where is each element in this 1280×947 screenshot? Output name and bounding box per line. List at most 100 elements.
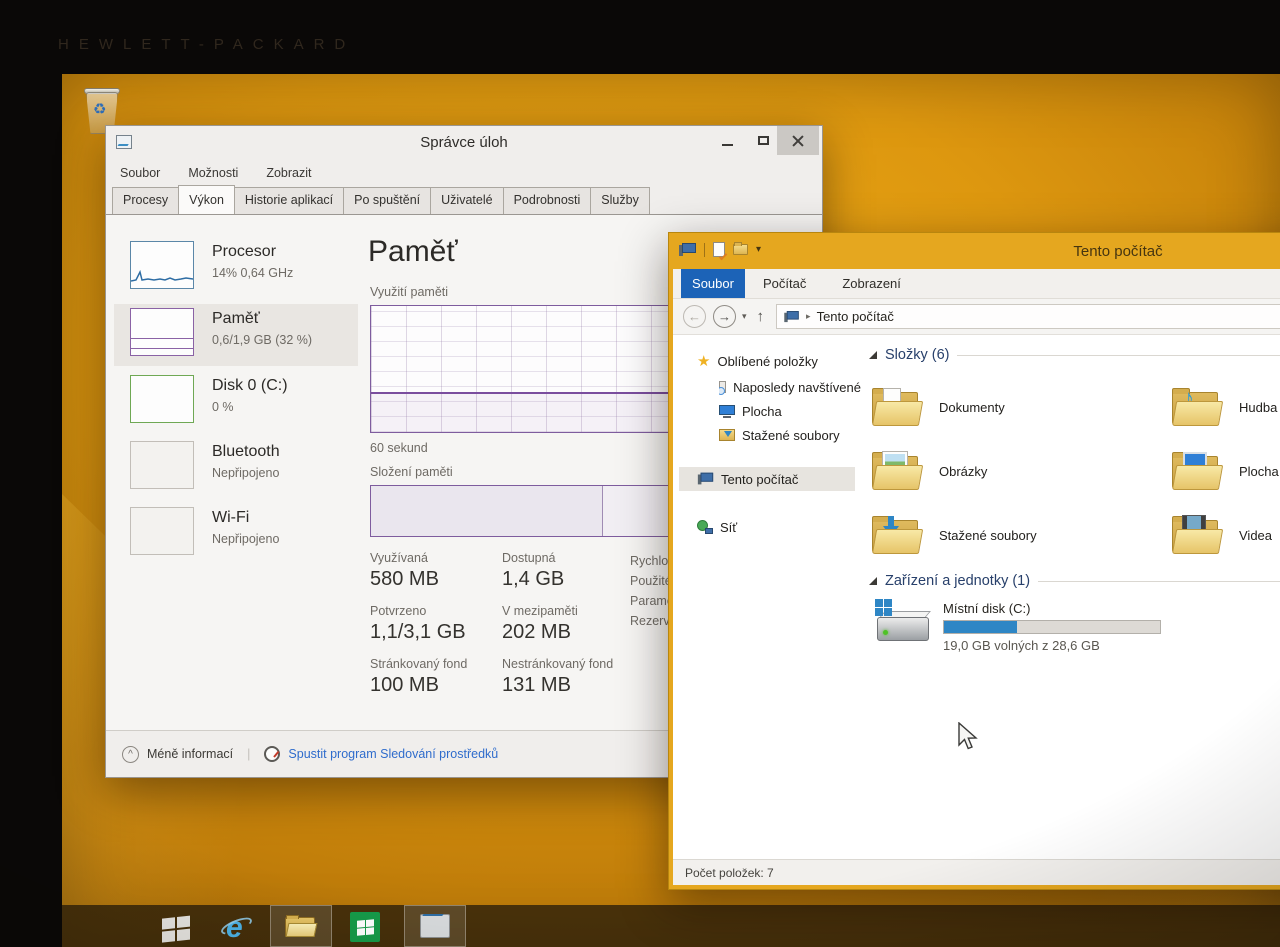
up-button[interactable]: ↑ — [757, 308, 765, 325]
disk-capacity-bar — [943, 620, 1161, 634]
internet-explorer-icon[interactable]: e — [220, 911, 254, 943]
less-info-button[interactable]: Méně informací — [147, 747, 233, 761]
desktop-folder-icon — [1171, 450, 1223, 492]
back-button[interactable]: ← — [683, 305, 706, 328]
stat-value: 580 MB — [370, 568, 502, 591]
tab-vykon[interactable]: Výkon — [178, 185, 235, 214]
task-manager-icon — [420, 914, 450, 938]
menu-moznosti[interactable]: Možnosti — [188, 166, 238, 180]
folders-group-header[interactable]: Složky (6) — [869, 347, 1280, 363]
explorer-window: ▾ Tento počítač Soubor Počítač Zobrazení… — [668, 232, 1280, 890]
laptop-brand-text: HEWLETT-PACKARD — [58, 36, 355, 53]
stat-value: 100 MB — [370, 674, 502, 697]
history-dropdown-icon[interactable]: ▾ — [742, 311, 747, 322]
photo-frame: HEWLETT-PACKARD ♻ Správce úloh Soubor Mo… — [0, 0, 1280, 947]
ribbon-tabs: Soubor Počítač Zobrazení — [673, 269, 1280, 299]
downloads-folder-icon — [871, 514, 923, 556]
perf-item-cpu[interactable]: Procesor 14% 0,64 GHz — [114, 237, 358, 299]
nav-downloads[interactable]: Stažené soubory — [719, 423, 840, 447]
tab-podrobnosti[interactable]: Podrobnosti — [503, 187, 592, 214]
nav-recent-places[interactable]: Naposledy navštívené — [719, 375, 861, 399]
ribbon-tab-zobrazeni[interactable]: Zobrazení — [824, 269, 919, 298]
tab-sluzby[interactable]: Služby — [590, 187, 650, 214]
tab-po-spusteni[interactable]: Po spuštění — [343, 187, 431, 214]
memory-panel-title: Paměť — [368, 235, 458, 269]
this-pc-icon — [698, 473, 713, 486]
disk-free-space: 19,0 GB volných z 28,6 GB — [943, 638, 1161, 653]
mouse-cursor — [956, 722, 978, 757]
nav-desktop[interactable]: Plocha — [719, 399, 782, 423]
menu-zobrazit[interactable]: Zobrazit — [266, 166, 311, 180]
bluetooth-graph-thumbnail — [130, 441, 194, 489]
stat-value: 1,1/3,1 GB — [370, 621, 502, 644]
less-info-chevron-icon: ^ — [122, 746, 139, 763]
explorer-content: Složky (6) Dokumenty Obrázky Stažené sou… — [863, 335, 1280, 859]
tab-historie-aplikaci[interactable]: Historie aplikací — [234, 187, 344, 214]
folder-obrazky[interactable]: Obrázky — [871, 439, 1171, 503]
explorer-title: Tento počítač — [669, 243, 1280, 260]
recycle-glyph: ♻ — [93, 100, 106, 118]
nav-favorites[interactable]: ★ Oblíbené položky — [697, 349, 818, 373]
disk-name: Místní disk (C:) — [943, 601, 1161, 616]
ribbon-tab-soubor[interactable]: Soubor — [681, 269, 745, 298]
cpu-graph-thumbnail — [130, 241, 194, 289]
address-text: Tento počítač — [817, 309, 894, 324]
memory-graph-thumbnail — [130, 308, 194, 356]
downloads-icon — [719, 429, 735, 441]
nav-network[interactable]: Síť — [697, 515, 737, 539]
disk-usage-fill — [944, 621, 1017, 633]
recent-places-icon — [719, 381, 726, 393]
music-folder-icon: ♪ — [1171, 386, 1223, 428]
perf-item-memory[interactable]: Paměť 0,6/1,9 GB (32 %) — [114, 304, 358, 366]
composition-segment-in-use — [371, 486, 603, 536]
resource-monitor-icon — [264, 746, 280, 762]
network-icon — [697, 520, 713, 534]
pictures-folder-icon — [871, 450, 923, 492]
file-explorer-taskbar-button[interactable] — [270, 905, 332, 947]
local-disk-tile[interactable]: Místní disk (C:) 19,0 GB volných z 28,6 … — [875, 599, 1161, 653]
perf-item-bluetooth[interactable]: Bluetooth Nepřipojeno — [114, 437, 358, 499]
hard-drive-icon — [875, 599, 931, 643]
windows-store-icon[interactable] — [350, 912, 380, 942]
navigation-pane: ★ Oblíbené položky Naposledy navštívené … — [673, 335, 861, 859]
folder-tiles: Dokumenty Obrázky Stažené soubory ♪ Hudb… — [871, 375, 1280, 567]
tab-procesy[interactable]: Procesy — [112, 187, 179, 214]
graph-timescale-label: 60 sekund — [370, 441, 428, 455]
memory-composition-label: Složení paměti — [370, 465, 453, 479]
folder-stazene-soubory[interactable]: Stažené soubory — [871, 503, 1171, 567]
item-count: Počet položek: 7 — [685, 866, 774, 880]
perf-item-wifi[interactable]: Wi-Fi Nepřipojeno — [114, 503, 358, 565]
disk-graph-thumbnail — [130, 375, 194, 423]
minimize-button[interactable] — [712, 126, 742, 155]
menu-soubor[interactable]: Soubor — [120, 166, 160, 180]
explorer-titlebar[interactable]: ▾ Tento počítač — [669, 233, 1280, 269]
folder-videa[interactable]: Videa — [1171, 503, 1280, 567]
folder-hudba[interactable]: ♪ Hudba — [1171, 375, 1280, 439]
forward-button[interactable]: → — [713, 305, 736, 328]
ribbon-tab-pocitac[interactable]: Počítač — [745, 269, 824, 298]
windows-flag-icon — [875, 599, 892, 616]
folder-plocha[interactable]: Plocha — [1171, 439, 1280, 503]
folder-dokumenty[interactable]: Dokumenty — [871, 375, 1171, 439]
task-manager-taskbar-button[interactable] — [404, 905, 466, 947]
collapse-triangle-icon — [869, 351, 877, 359]
address-bar: ← → ▾ ↑ ▸ Tento počítač — [673, 299, 1280, 335]
start-button[interactable] — [162, 915, 192, 944]
explorer-statusbar: Počet položek: 7 — [673, 859, 1280, 885]
resource-monitor-link[interactable]: Spustit program Sledování prostředků — [288, 747, 498, 761]
task-manager-titlebar[interactable]: Správce úloh — [106, 126, 822, 160]
perf-item-disk[interactable]: Disk 0 (C:) 0 % — [114, 371, 358, 433]
desktop-icon — [719, 405, 735, 418]
videos-folder-icon — [1171, 514, 1223, 556]
maximize-button[interactable] — [748, 126, 778, 155]
task-manager-tabs: Procesy Výkon Historie aplikací Po spušt… — [106, 186, 822, 215]
devices-group-header[interactable]: Zařízení a jednotky (1) — [869, 573, 1280, 589]
address-field[interactable]: ▸ Tento počítač — [776, 304, 1280, 329]
documents-folder-icon — [871, 386, 923, 428]
explorer-body: Soubor Počítač Zobrazení ← → ▾ ↑ ▸ Tento… — [673, 269, 1280, 885]
tab-uzivatele[interactable]: Uživatelé — [430, 187, 503, 214]
nav-this-pc[interactable]: Tento počítač — [679, 467, 855, 491]
taskbar: e — [62, 905, 1280, 947]
close-button[interactable] — [777, 126, 819, 155]
task-manager-menubar: Soubor Možnosti Zobrazit — [106, 160, 822, 186]
